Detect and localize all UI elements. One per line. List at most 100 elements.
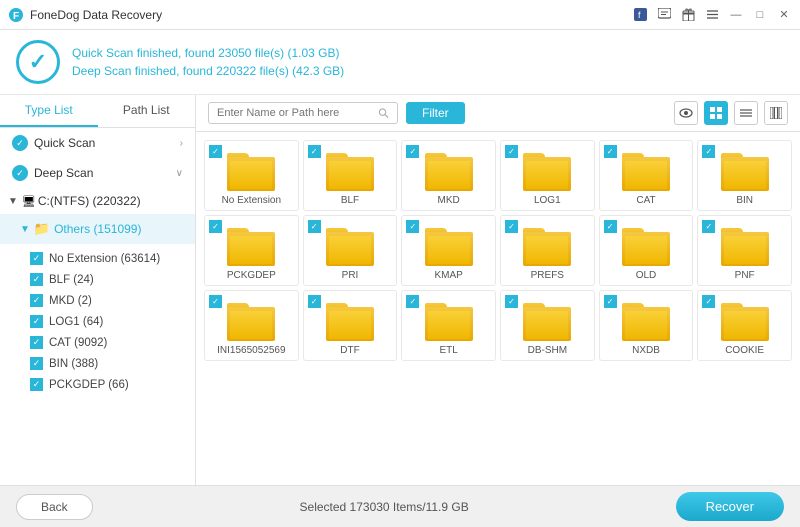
checkbox-no-extension[interactable] xyxy=(30,252,43,265)
eye-view-button[interactable] xyxy=(674,101,698,125)
file-label: OLD xyxy=(636,270,657,281)
file-item[interactable]: BIN xyxy=(697,140,792,211)
folder-icon xyxy=(721,224,769,266)
file-label: CAT xyxy=(636,195,655,206)
file-item[interactable]: DB-SHM xyxy=(500,290,595,361)
folder-icon xyxy=(523,149,571,191)
folder-icon xyxy=(425,224,473,266)
file-item[interactable]: PREFS xyxy=(500,215,595,286)
list-view-button[interactable] xyxy=(734,101,758,125)
header: ✓ Quick Scan finished, found 23050 file(… xyxy=(0,30,800,95)
file-checkbox[interactable] xyxy=(308,295,321,308)
file-checkbox[interactable] xyxy=(406,145,419,158)
file-item[interactable]: OLD xyxy=(599,215,694,286)
file-item[interactable]: LOG1 xyxy=(500,140,595,211)
deep-scan-check: ✓ xyxy=(12,165,28,181)
file-item[interactable]: DTF xyxy=(303,290,398,361)
file-checkbox[interactable] xyxy=(209,145,222,158)
file-item[interactable]: BLF xyxy=(303,140,398,211)
sidebar-tabs: Type List Path List xyxy=(0,95,195,128)
file-checkbox[interactable] xyxy=(308,145,321,158)
file-label: PREFS xyxy=(531,270,564,281)
folder-icon xyxy=(523,299,571,341)
file-checkbox[interactable] xyxy=(406,220,419,233)
sub-bin[interactable]: BIN (388) xyxy=(0,353,195,374)
file-label: BLF xyxy=(341,195,359,206)
chat-icon[interactable] xyxy=(656,7,672,23)
file-checkbox[interactable] xyxy=(505,145,518,158)
checkbox-bin[interactable] xyxy=(30,357,43,370)
file-item[interactable]: KMAP xyxy=(401,215,496,286)
sub-no-extension[interactable]: No Extension (63614) xyxy=(0,248,195,269)
file-label: LOG1 xyxy=(534,195,561,206)
columns-view-button[interactable] xyxy=(764,101,788,125)
search-box[interactable] xyxy=(208,102,398,124)
file-label: MKD xyxy=(438,195,460,206)
sidebar-sub-items: No Extension (63614) BLF (24) MKD (2) LO… xyxy=(0,244,195,399)
recover-button[interactable]: Recover xyxy=(676,492,784,521)
sub-log1[interactable]: LOG1 (64) xyxy=(0,311,195,332)
view-controls xyxy=(674,101,788,125)
file-checkbox[interactable] xyxy=(505,295,518,308)
file-checkbox[interactable] xyxy=(604,220,617,233)
facebook-icon[interactable]: f xyxy=(632,7,648,23)
file-item[interactable]: MKD xyxy=(401,140,496,211)
sidebar-deep-scan[interactable]: ✓ Deep Scan ∨ xyxy=(0,158,195,188)
file-item[interactable]: INI1565052569 xyxy=(204,290,299,361)
filter-button[interactable]: Filter xyxy=(406,102,465,124)
tab-type-list[interactable]: Type List xyxy=(0,95,98,127)
file-checkbox[interactable] xyxy=(702,220,715,233)
search-input[interactable] xyxy=(217,107,374,119)
checkbox-mkd[interactable] xyxy=(30,294,43,307)
maximize-button[interactable]: □ xyxy=(752,7,768,23)
folder-icon xyxy=(227,224,275,266)
sub-pckgdep[interactable]: PCKGDEP (66) xyxy=(0,374,195,395)
sidebar-quick-scan[interactable]: ✓ Quick Scan › xyxy=(0,128,195,158)
file-item[interactable]: PCKGDEP xyxy=(204,215,299,286)
quick-scan-label: Quick Scan xyxy=(34,136,95,150)
grid-view-button[interactable] xyxy=(704,101,728,125)
file-item[interactable]: COOKIE xyxy=(697,290,792,361)
file-label: PCKGDEP xyxy=(227,270,276,281)
file-checkbox[interactable] xyxy=(209,220,222,233)
file-area: No Extension BLF MKD LO xyxy=(196,132,800,485)
file-checkbox[interactable] xyxy=(308,220,321,233)
file-checkbox[interactable] xyxy=(604,145,617,158)
checkbox-pckgdep[interactable] xyxy=(30,378,43,391)
back-button[interactable]: Back xyxy=(16,494,93,520)
sub-cat[interactable]: CAT (9092) xyxy=(0,332,195,353)
file-item[interactable]: NXDB xyxy=(599,290,694,361)
menu-icon[interactable] xyxy=(704,7,720,23)
close-button[interactable]: ✕ xyxy=(776,7,792,23)
gift-icon[interactable] xyxy=(680,7,696,23)
sidebar-others-folder[interactable]: ▼ 📁 Others (151099) xyxy=(0,214,195,244)
file-item[interactable]: PRI xyxy=(303,215,398,286)
folder-icon xyxy=(425,149,473,191)
minimize-button[interactable]: — xyxy=(728,7,744,23)
file-checkbox[interactable] xyxy=(209,295,222,308)
checkbox-cat[interactable] xyxy=(30,336,43,349)
file-checkbox[interactable] xyxy=(505,220,518,233)
drive-row[interactable]: ▼ 🖥 C:(NTFS) (220322) xyxy=(0,188,195,214)
file-item[interactable]: ETL xyxy=(401,290,496,361)
file-checkbox[interactable] xyxy=(604,295,617,308)
folder-label: Others (151099) xyxy=(54,222,141,236)
title-bar-actions: f — □ ✕ xyxy=(632,7,792,23)
sub-blf[interactable]: BLF (24) xyxy=(0,269,195,290)
tab-path-list[interactable]: Path List xyxy=(98,95,196,127)
file-checkbox[interactable] xyxy=(702,145,715,158)
grid-icon xyxy=(710,107,722,119)
sub-mkd[interactable]: MKD (2) xyxy=(0,290,195,311)
file-item[interactable]: No Extension xyxy=(204,140,299,211)
checkbox-blf[interactable] xyxy=(30,273,43,286)
file-checkbox[interactable] xyxy=(406,295,419,308)
status-icon: ✓ xyxy=(16,40,60,84)
checkbox-log1[interactable] xyxy=(30,315,43,328)
file-item[interactable]: PNF xyxy=(697,215,792,286)
toolbar: Filter xyxy=(196,95,800,132)
file-checkbox[interactable] xyxy=(702,295,715,308)
file-item[interactable]: CAT xyxy=(599,140,694,211)
folder-icon xyxy=(227,149,275,191)
file-label: No Extension xyxy=(222,195,281,206)
panel-wrapper: Type List Path List ✓ Quick Scan › ✓ Dee… xyxy=(0,95,800,485)
